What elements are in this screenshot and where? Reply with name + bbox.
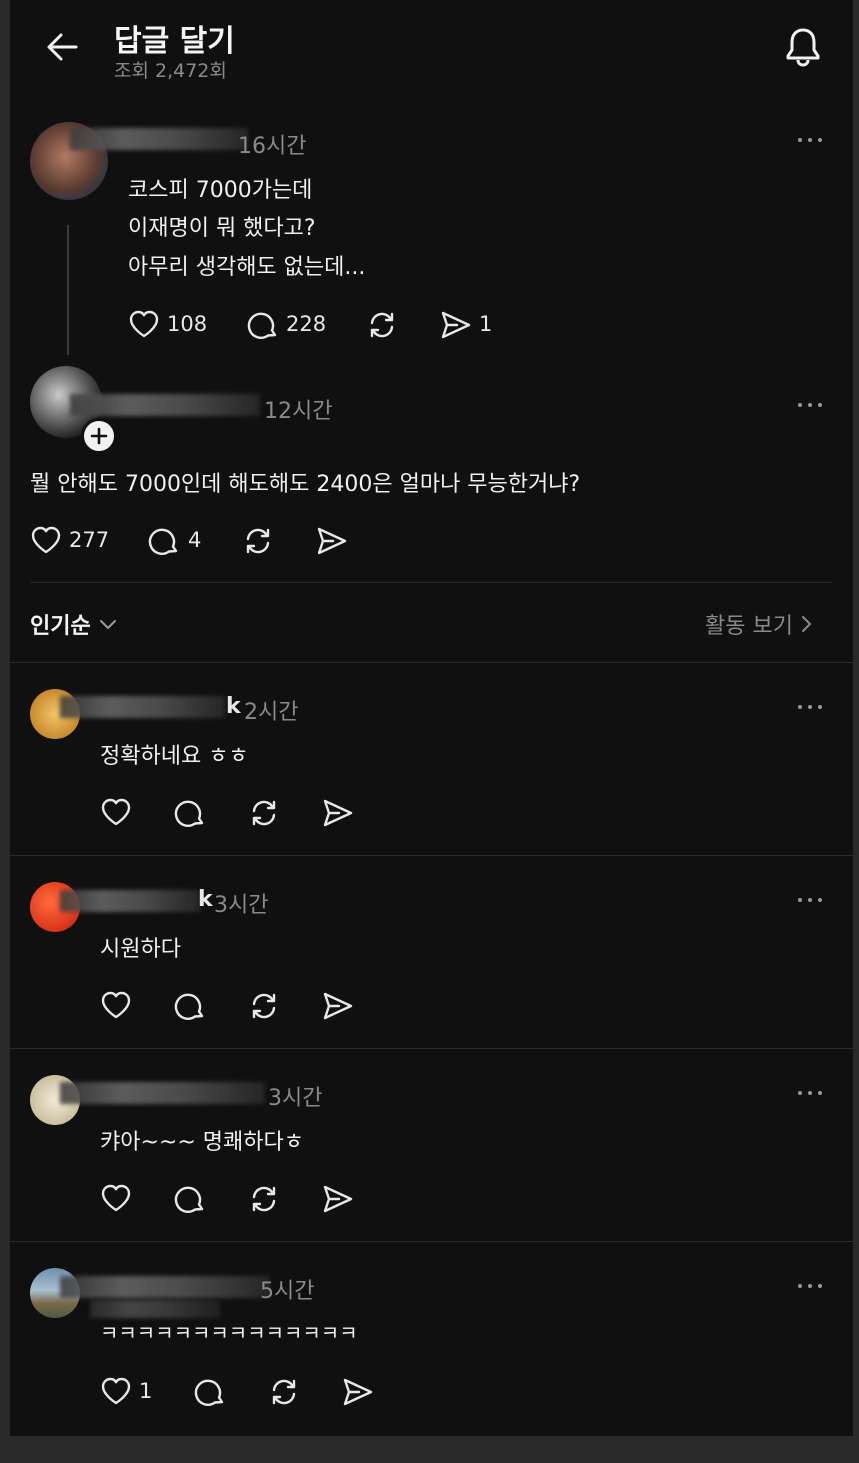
author-name-redacted[interactable] <box>60 890 200 912</box>
comment-text: 캬아~~~ 명쾌하다ㅎ <box>100 1130 304 1155</box>
send-icon[interactable] <box>316 525 348 557</box>
reply-text: 뭘 안해도 7000인데 해도해도 2400은 얼마나 무능한거냐? <box>30 472 581 497</box>
comment-bubble-icon[interactable] <box>174 990 206 1022</box>
follow-plus-icon[interactable] <box>81 418 117 454</box>
author-name-redacted[interactable] <box>70 394 260 416</box>
divider <box>10 855 853 856</box>
author-name-redacted[interactable] <box>60 696 225 718</box>
thread-line <box>67 225 69 355</box>
author-name-fragment: k <box>226 694 241 719</box>
view-count: 조회 2,472회 <box>114 60 227 82</box>
send-icon[interactable] <box>440 309 472 341</box>
comment-time: 3시간 <box>268 1086 323 1111</box>
comment-bubble-icon[interactable] <box>148 525 180 557</box>
comment-bubble-icon[interactable] <box>174 1183 206 1215</box>
repost-icon[interactable] <box>248 1183 280 1215</box>
repost-icon[interactable] <box>268 1376 300 1408</box>
more-options-icon[interactable] <box>798 1089 824 1097</box>
sort-dropdown[interactable]: 인기순 <box>30 608 119 640</box>
comment-bubble-icon[interactable] <box>174 797 206 829</box>
comment-time: 5시간 <box>260 1279 315 1304</box>
author-name-redacted[interactable] <box>60 1082 265 1104</box>
comment-count: 4 <box>188 528 202 552</box>
divider <box>10 1048 853 1049</box>
repost-icon[interactable] <box>248 990 280 1022</box>
heart-icon[interactable] <box>100 1376 132 1406</box>
send-icon[interactable] <box>322 797 354 829</box>
thread-screen: 답글 달기 조회 2,472회 16시간 코스피 7000가는데 이재명이 뭐 … <box>10 0 853 1436</box>
comment-bubble-icon[interactable] <box>194 1376 226 1408</box>
post-line-1: 코스피 7000가는데 <box>128 178 313 203</box>
send-icon[interactable] <box>342 1376 374 1408</box>
comment-text: 정확하네요 ㅎㅎ <box>100 744 249 769</box>
post-line-2: 이재명이 뭐 했다고? <box>128 216 316 241</box>
share-count: 1 <box>479 312 493 336</box>
post-time: 16시간 <box>238 134 307 159</box>
comment-time: 2시간 <box>244 700 299 725</box>
repost-icon[interactable] <box>366 309 398 341</box>
heart-icon[interactable] <box>100 990 132 1020</box>
more-options-icon[interactable] <box>798 1282 824 1290</box>
comment-text: 시원하다 <box>100 937 181 962</box>
like-count: 1 <box>139 1379 153 1403</box>
activity-link[interactable]: 활동 보기 <box>705 608 815 640</box>
like-count: 277 <box>69 528 110 552</box>
comment-text: ㅋㅋㅋㅋㅋㅋㅋㅋㅋㅋㅋㅋㅋㅋ <box>100 1321 358 1345</box>
more-options-icon[interactable] <box>798 401 824 409</box>
like-count: 108 <box>167 312 208 336</box>
send-icon[interactable] <box>322 1183 354 1215</box>
repost-icon[interactable] <box>248 797 280 829</box>
chevron-down-icon <box>99 620 116 629</box>
divider <box>10 662 853 663</box>
comment-bubble-icon[interactable] <box>247 309 279 341</box>
repost-icon[interactable] <box>242 525 274 557</box>
author-name-redacted[interactable] <box>70 128 248 150</box>
activity-label: 활동 보기 <box>705 614 793 639</box>
more-options-icon[interactable] <box>798 703 824 711</box>
author-name-redacted[interactable] <box>60 1276 270 1298</box>
heart-icon[interactable] <box>100 797 132 827</box>
back-arrow-icon[interactable] <box>46 32 78 62</box>
more-options-icon[interactable] <box>798 896 824 904</box>
sort-label: 인기순 <box>30 614 91 639</box>
post-line-3: 아무리 생각해도 없는데... <box>128 255 366 280</box>
bell-icon[interactable] <box>784 26 822 68</box>
chevron-right-icon <box>801 616 811 632</box>
reply-time: 12시간 <box>264 399 333 424</box>
comment-count: 228 <box>286 312 327 336</box>
heart-icon[interactable] <box>100 1183 132 1213</box>
author-name-fragment: k <box>198 887 213 912</box>
author-name-redacted <box>90 1300 220 1318</box>
heart-icon[interactable] <box>30 525 62 555</box>
comment-time: 3시간 <box>214 893 269 918</box>
send-icon[interactable] <box>322 990 354 1022</box>
page-title: 답글 달기 <box>114 24 235 59</box>
more-options-icon[interactable] <box>798 136 824 144</box>
heart-icon[interactable] <box>128 309 160 339</box>
divider <box>30 582 832 583</box>
divider <box>10 1241 853 1242</box>
